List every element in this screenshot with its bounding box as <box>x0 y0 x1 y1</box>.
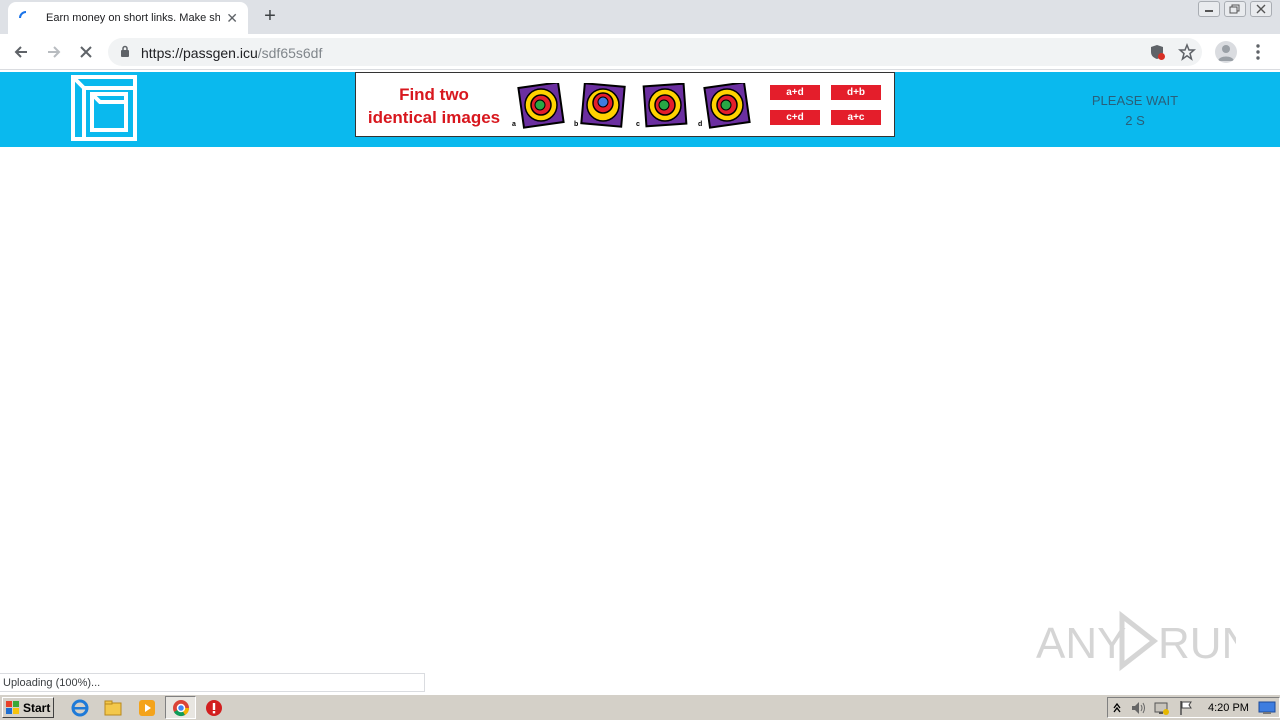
wait-countdown: PLEASE WAIT 2 S <box>1060 91 1210 131</box>
browser-tab[interactable]: Earn money on short links. Make sho ✕ <box>8 2 248 34</box>
forward-button[interactable] <box>43 41 65 63</box>
browser-menu-icon[interactable] <box>1253 43 1263 61</box>
ad-headline-line2: identical images <box>367 108 501 127</box>
chrome-icon <box>173 700 190 717</box>
loading-spinner-icon <box>19 11 27 19</box>
ad-headline: Find two identical images <box>364 83 504 129</box>
profile-avatar-icon[interactable] <box>1215 41 1237 63</box>
tab-strip: Earn money on short links. Make sho ✕ + <box>0 0 1280 34</box>
minimize-button[interactable] <box>1198 1 1220 17</box>
close-icon <box>1256 4 1266 14</box>
new-tab-button[interactable]: + <box>258 6 282 28</box>
browser-toolbar: https://passgen.icu/sdf65s6df <box>0 34 1280 70</box>
watermark-text-left: ANY <box>1036 619 1126 668</box>
ad-puzzle-image-b <box>580 83 626 128</box>
show-desktop-icon[interactable] <box>1258 701 1276 715</box>
windows-logo-icon <box>6 700 19 714</box>
chrome-taskbar-button[interactable] <box>165 696 196 719</box>
wait-label: PLEASE WAIT <box>1091 93 1179 108</box>
play-icon <box>1119 610 1159 672</box>
url-text: https://passgen.icu/sdf65s6df <box>141 45 322 61</box>
system-tray: 4:20 PM <box>1107 697 1280 718</box>
internet-explorer-icon[interactable] <box>70 698 90 718</box>
back-arrow-icon <box>14 46 27 58</box>
network-icon[interactable] <box>1153 700 1171 716</box>
taskbar-clock[interactable]: 4:20 PM <box>1208 702 1249 714</box>
ad-puzzle-image-a <box>517 83 565 129</box>
ad-answer-button[interactable]: a+c <box>831 110 881 125</box>
ad-letter-a: a <box>512 121 516 128</box>
media-player-icon[interactable] <box>137 698 157 718</box>
anyrun-watermark: ANY RUN <box>1036 610 1236 672</box>
ad-answer-button[interactable]: a+d <box>770 85 820 100</box>
address-bar[interactable]: https://passgen.icu/sdf65s6df <box>108 38 1202 66</box>
site-logo[interactable] <box>70 74 138 142</box>
ad-letter-d: d <box>698 121 703 128</box>
taskbar: Start 4:20 PM <box>0 694 1280 720</box>
stop-icon <box>80 46 92 58</box>
watermark-text-right: RUN <box>1158 619 1236 668</box>
url-path: /sdf65s6df <box>257 45 323 61</box>
start-button[interactable]: Start <box>2 697 54 718</box>
tab-close-icon[interactable]: ✕ <box>226 11 238 25</box>
forward-arrow-icon <box>48 46 61 58</box>
minimize-icon <box>1205 10 1213 12</box>
status-bubble: Uploading (100%)... <box>0 673 425 692</box>
cookie-blocked-icon[interactable] <box>1148 43 1166 61</box>
ad-puzzle-image-c <box>642 83 688 128</box>
ad-headline-line1: Find two <box>399 85 469 104</box>
close-window-button[interactable] <box>1250 1 1272 17</box>
start-label: Start <box>23 700 51 715</box>
ad-answer-button[interactable]: d+b <box>831 85 881 100</box>
restore-button[interactable] <box>1224 1 1246 17</box>
file-explorer-icon[interactable] <box>103 698 123 718</box>
action-center-flag-icon[interactable] <box>1178 700 1194 716</box>
bookmark-star-icon[interactable] <box>1178 43 1196 61</box>
site-header: Find two identical images a b c d a+d d+… <box>0 72 1280 147</box>
security-alert-icon[interactable] <box>204 698 224 718</box>
ad-letter-b: b <box>574 121 579 128</box>
volume-icon[interactable] <box>1130 700 1148 716</box>
stop-loading-button[interactable] <box>75 41 97 63</box>
url-host: https://passgen.icu <box>141 45 258 61</box>
wait-seconds: 2 S <box>1125 113 1145 128</box>
show-hidden-icons-icon[interactable] <box>1112 701 1122 715</box>
tab-title: Earn money on short links. Make sho <box>46 12 221 24</box>
ad-answer-button[interactable]: c+d <box>770 110 820 125</box>
ad-letter-c: c <box>636 121 640 128</box>
ad-banner[interactable]: Find two identical images a b c d a+d d+… <box>355 72 895 137</box>
ad-puzzle-image-d <box>703 83 751 129</box>
back-button[interactable] <box>10 41 32 63</box>
lock-icon <box>121 45 129 57</box>
window-controls <box>1198 1 1272 17</box>
restore-icon <box>1229 4 1240 14</box>
